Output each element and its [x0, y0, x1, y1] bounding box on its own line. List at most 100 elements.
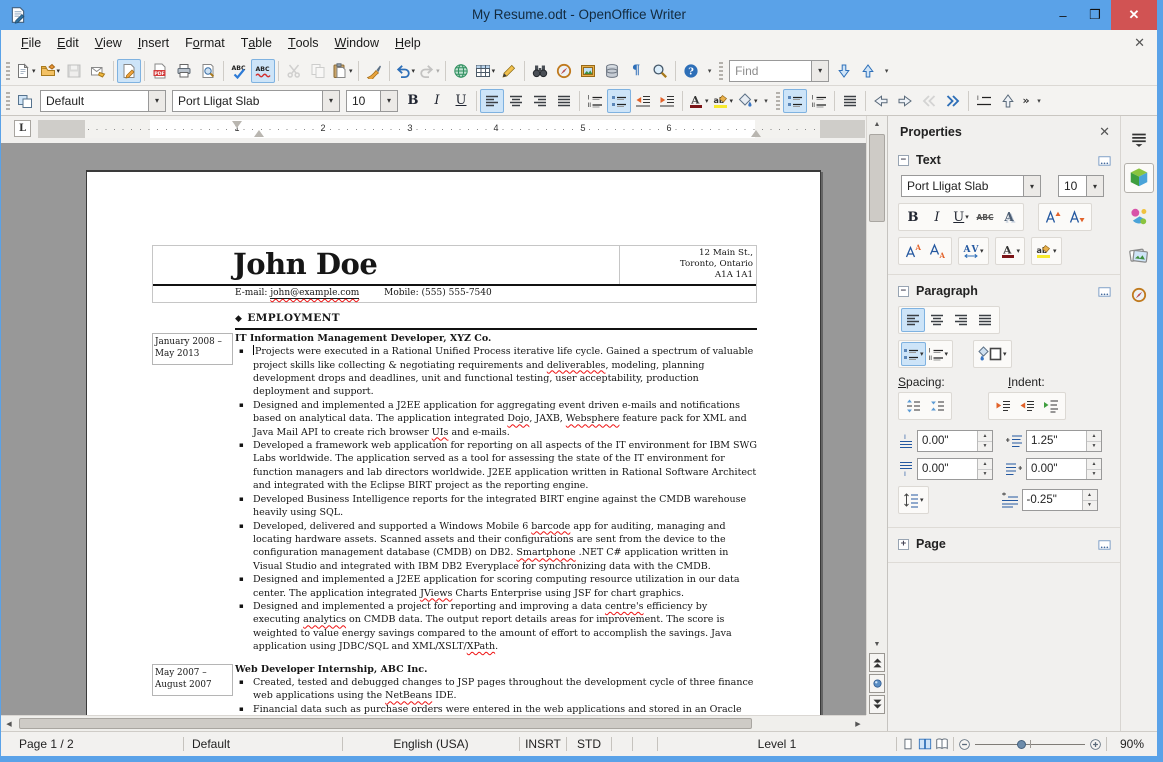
menu-file[interactable]: File	[13, 36, 49, 50]
autospellcheck-button[interactable]: ABC	[251, 58, 276, 83]
bold-button[interactable]: B	[901, 205, 925, 229]
right-indent-marker[interactable]	[751, 125, 761, 137]
chevron-down-icon[interactable]: ▾	[380, 90, 397, 111]
page-style-status[interactable]: Default	[184, 732, 342, 756]
page-number-status[interactable]: Page 1 / 2	[1, 732, 183, 756]
align-right-button[interactable]	[528, 89, 552, 113]
panel-font-size-select[interactable]: 10 ▾	[1058, 175, 1104, 197]
panel-close-icon[interactable]: ✕	[1099, 124, 1110, 140]
maximize-button[interactable]: ❒	[1079, 0, 1111, 30]
date-range-cell[interactable]: January 2008 – May 2013	[152, 332, 233, 365]
numbering-button[interactable]: I II ▾	[926, 342, 951, 366]
document-page[interactable]: John Doe 12 Main St., Toronto, Ontario A…	[86, 170, 821, 715]
hyperlink-button[interactable]	[449, 59, 473, 83]
dropdown-arrow-icon[interactable]: ▾	[412, 67, 416, 75]
menu-edit[interactable]: Edit	[49, 36, 87, 50]
menu-window[interactable]: Window	[327, 36, 387, 50]
document-as-email-button[interactable]	[86, 59, 110, 83]
font-size-select[interactable]: 10 ▾	[346, 89, 398, 112]
bold-button[interactable]: B	[401, 89, 425, 113]
decrease-indent-button[interactable]	[1015, 394, 1039, 418]
dropdown-arrow-icon[interactable]: ▾	[349, 67, 353, 75]
collapse-icon[interactable]: −	[898, 154, 909, 166]
menu-help[interactable]: Help	[387, 36, 429, 50]
numbering-on-off-button[interactable]: I II	[583, 89, 607, 113]
scroll-left-icon[interactable]: ◀	[1, 720, 17, 728]
menu-format[interactable]: Fo rmat	[177, 36, 233, 50]
data-sources-button[interactable]	[600, 59, 624, 83]
line-spacing-button[interactable]: ▾	[901, 488, 926, 512]
navigator-button[interactable]	[552, 59, 576, 83]
spacing-above-field[interactable]: 0.00" ▲ ▼	[917, 430, 993, 452]
multi-page-view-icon[interactable]	[918, 737, 932, 751]
zoom-slider[interactable]	[975, 737, 1085, 751]
indent-after-field[interactable]: 0.00" ▲ ▼	[1026, 458, 1102, 480]
panel-font-name-select[interactable]: Port Lligat Slab ▾	[901, 175, 1041, 197]
toolbar-grip[interactable]	[6, 91, 10, 110]
new-document-button[interactable]: ▾	[13, 59, 38, 83]
chevron-down-icon[interactable]: ▾	[148, 90, 165, 111]
expand-icon[interactable]: +	[898, 538, 909, 550]
page-dialog-launcher-icon[interactable]	[1097, 537, 1112, 552]
next-page-button[interactable]	[869, 695, 885, 714]
page-section-header[interactable]: + Page	[888, 532, 1120, 556]
left-indent-marker[interactable]	[254, 125, 264, 137]
text-section-header[interactable]: − Text	[888, 148, 1120, 172]
print-button[interactable]	[172, 59, 196, 83]
underline-button[interactable]: U	[449, 89, 473, 113]
close-document-icon[interactable]: ✕	[1134, 35, 1145, 51]
toolbar-overflow-button[interactable]: ▾	[760, 92, 773, 110]
align-justify-button[interactable]	[552, 89, 576, 113]
character-spacing-button[interactable]: A V ▾	[961, 239, 986, 263]
zoom-percent-status[interactable]: 90%	[1107, 732, 1157, 756]
outline-level-status[interactable]: Level 1	[658, 732, 896, 756]
vertical-scroll-thumb[interactable]	[869, 134, 885, 222]
move-up-button[interactable]	[996, 89, 1020, 113]
dropdown-arrow-icon[interactable]: ▾	[492, 67, 496, 75]
collapse-icon[interactable]: −	[898, 285, 909, 297]
font-color-button[interactable]: A ▾	[998, 239, 1023, 263]
open-button[interactable]: ▾	[38, 59, 63, 83]
toolbar-grip[interactable]	[6, 61, 10, 80]
zoom-out-icon[interactable]	[958, 738, 971, 751]
dropdown-arrow-icon[interactable]: ▾	[1053, 247, 1057, 255]
list-numbering-on-off-button[interactable]: I II	[807, 89, 831, 113]
insert-table-button[interactable]: ▾	[473, 59, 498, 83]
previous-page-button[interactable]	[869, 653, 885, 672]
paste-button[interactable]: ▾	[330, 59, 355, 83]
spelling-button[interactable]: ABC	[227, 59, 251, 83]
zoom-in-icon[interactable]	[1089, 738, 1102, 751]
bullets-on-off-button[interactable]	[607, 88, 631, 113]
strikethrough-button[interactable]: ABC	[973, 205, 997, 229]
spacing-below-field[interactable]: 0.00" ▲ ▼	[917, 458, 993, 480]
align-right-button[interactable]	[949, 308, 973, 332]
background-color-button[interactable]: ▾	[735, 89, 760, 113]
horizontal-scrollbar[interactable]: ◀ ▶	[1, 715, 866, 731]
employment-details[interactable]: Web Developer Internship, ABC Inc.Create…	[235, 663, 757, 715]
menu-view[interactable]: View	[87, 36, 130, 50]
menu-tools[interactable]: Tools	[280, 36, 327, 50]
format-paintbrush-button[interactable]	[362, 59, 386, 83]
highlighting-button[interactable]: ab ▾	[711, 89, 736, 113]
formatting-marks-button[interactable]: ¶	[624, 59, 648, 83]
no-list-button[interactable]	[838, 89, 862, 113]
switch-indent-button[interactable]	[1039, 394, 1063, 418]
vertical-scrollbar[interactable]: ▲ ▼	[866, 116, 887, 715]
single-page-view-icon[interactable]	[901, 737, 915, 751]
menu-table[interactable]: Ta ble	[233, 36, 280, 50]
insert-mode-status[interactable]: INSRT	[520, 732, 566, 756]
dropdown-arrow-icon[interactable]: ▾	[1017, 247, 1021, 255]
font-name-select[interactable]: Port Lligat Slab ▾	[172, 89, 340, 112]
gallery-button[interactable]	[576, 59, 600, 83]
tab-gallery-button[interactable]	[1124, 241, 1154, 271]
first-line-indent-field[interactable]: -0.25" ▲ ▼	[1021, 489, 1098, 511]
dropdown-arrow-icon[interactable]: ▾	[57, 67, 61, 75]
email-link[interactable]: john@example.com	[270, 288, 360, 299]
indent-before-field[interactable]: 1.25" ▲ ▼	[1026, 430, 1102, 452]
demote-one-level-button[interactable]	[893, 89, 917, 113]
align-center-button[interactable]	[504, 89, 528, 113]
tab-styles-and-formatting-button[interactable]	[1124, 202, 1154, 232]
find-previous-button[interactable]	[856, 59, 880, 83]
align-left-button[interactable]	[901, 308, 925, 332]
underline-button[interactable]: U ▾	[949, 205, 973, 229]
